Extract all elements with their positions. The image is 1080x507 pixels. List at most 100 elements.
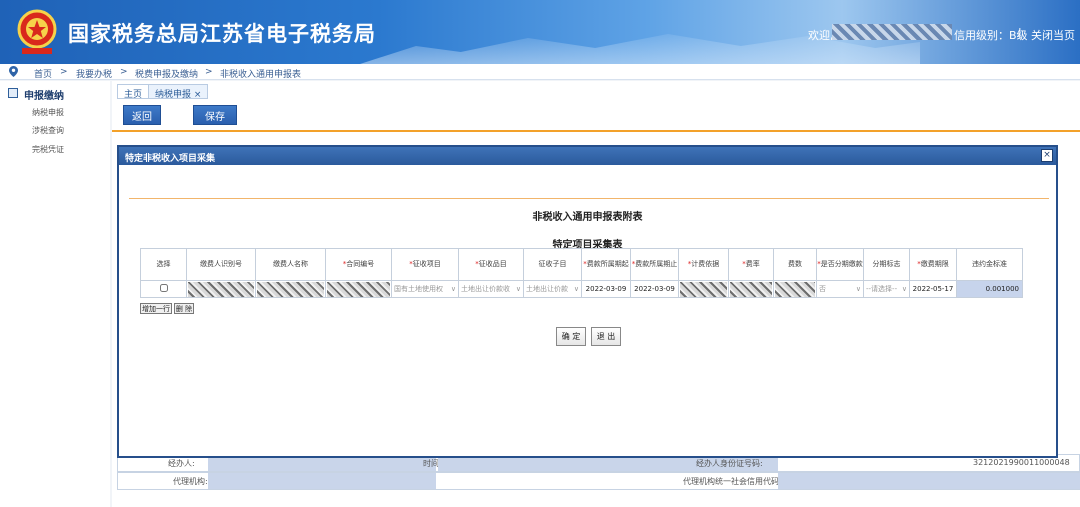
location-pin-icon xyxy=(9,66,18,77)
exit-button[interactable]: 退 出 xyxy=(591,327,621,346)
breadcrumb: 首页 > 我要办税 > 税费申报及缴纳 > 非税收入通用申报表 xyxy=(0,64,1080,80)
chevron-down-icon: ∨ xyxy=(573,285,579,293)
column-header: *合同编号 xyxy=(325,248,392,281)
background-row: 代理机构: 代理机构统一社会信用代码: xyxy=(117,472,1080,490)
item-select[interactable]: 土地出让价款收 ∨ xyxy=(458,280,524,298)
menu-grid-icon xyxy=(8,88,18,98)
column-header: 缴费人名称 xyxy=(255,248,326,281)
column-header-label: 征收子目 xyxy=(538,260,567,268)
deadline-input[interactable]: 2022-05-17 xyxy=(909,280,957,298)
sidebar-section-title[interactable]: 申报缴纳 xyxy=(24,87,64,102)
column-header: *费率 xyxy=(728,248,774,281)
add-row-button[interactable]: 增加一行 xyxy=(140,303,172,314)
rate-cell[interactable] xyxy=(728,280,774,298)
agent-label: 经办人: xyxy=(168,459,195,468)
agent-id-value: 3212021990011000048 xyxy=(973,458,1070,467)
column-header: 征收子目 xyxy=(523,248,582,281)
time-label: 时间 xyxy=(423,459,439,468)
basis-cell[interactable] xyxy=(678,280,729,298)
modal-title: 特定非税收入项目采集 xyxy=(119,147,1056,165)
payer-name-cell[interactable] xyxy=(255,280,326,298)
breadcrumb-tax-service[interactable]: 我要办税 xyxy=(76,67,112,80)
column-header-label: 费率 xyxy=(745,260,760,268)
sidebar-item-tax-filing[interactable]: 纳税申报 xyxy=(32,107,64,118)
chevron-down-icon: ∨ xyxy=(901,285,907,293)
chevron-down-icon: ∨ xyxy=(450,285,456,293)
sidebar-item-tax-certificate[interactable]: 完税凭证 xyxy=(32,144,64,155)
column-header-label: 缴费人识别号 xyxy=(200,260,242,268)
period-end-input[interactable]: 2022-03-09 xyxy=(630,280,679,298)
column-header-label: 违约金标准 xyxy=(972,260,1007,268)
sidebar: 申报缴纳 纳税申报 涉税查询 完税凭证 xyxy=(0,81,110,507)
delete-row-button[interactable]: 删 除 xyxy=(174,303,194,314)
column-header-label: 分期标志 xyxy=(872,260,901,268)
breadcrumb-home[interactable]: 首页 xyxy=(34,67,52,80)
penalty-rate-input[interactable]: 0.001000 xyxy=(956,280,1023,298)
redacted-value xyxy=(730,281,772,297)
column-header: *费款所属期起 xyxy=(581,248,631,281)
breadcrumb-sep: > xyxy=(205,67,213,77)
annex-title: 非税收入通用申报表附表 xyxy=(532,212,643,223)
close-icon[interactable]: × xyxy=(1041,149,1053,162)
column-header-label: 缴费人名称 xyxy=(273,260,308,268)
contract-no-cell[interactable] xyxy=(325,280,392,298)
column-header-label: 是否分期缴款 xyxy=(820,260,863,268)
table-row: 国有土地使用权 ∨ 土地出让价款收 ∨ 土地出让价款 ∨ 2022-03-09 202… xyxy=(140,280,1023,298)
agency-field xyxy=(208,473,436,489)
breadcrumb-sep: > xyxy=(60,67,68,77)
redacted-value xyxy=(680,281,727,297)
redacted-value xyxy=(188,281,254,297)
column-header-label: 合同编号 xyxy=(346,260,375,268)
agency-label: 代理机构: xyxy=(173,477,208,486)
column-header: 费数 xyxy=(773,248,817,281)
tax-emblem-icon xyxy=(17,9,57,54)
agent-id-label: 经办人身份证号码: xyxy=(696,459,763,468)
column-header: *缴费期限 xyxy=(909,248,957,281)
redacted-value xyxy=(775,281,815,297)
payer-id-cell[interactable] xyxy=(186,280,256,298)
column-header: 选择 xyxy=(140,248,187,281)
special-project-modal: 特定非税收入项目采集 × 非税收入通用申报表附表 特定项目采集表 选择 缴费人识别… xyxy=(117,145,1058,458)
breadcrumb-current: 非税收入通用申报表 xyxy=(220,70,302,80)
period-start-input[interactable]: 2022-03-09 xyxy=(581,280,631,298)
column-header-label: 征收项目 xyxy=(412,260,441,268)
redacted-value xyxy=(327,281,390,297)
close-page-link[interactable]: 关闭当页 xyxy=(1031,27,1075,43)
column-header: 分期标志 xyxy=(863,248,910,281)
column-header-label: 征收品目 xyxy=(478,260,507,268)
project-select[interactable]: 国有土地使用权 ∨ xyxy=(391,280,459,298)
select-cell xyxy=(140,280,187,298)
agency-code-field xyxy=(778,473,1080,489)
site-title: 国家税务总局江苏省电子税务局 xyxy=(68,22,376,46)
column-header: *征收项目 xyxy=(391,248,459,281)
tab-home[interactable]: 主页 xyxy=(117,84,150,100)
installment-flag-value: --请选择-- xyxy=(866,285,898,293)
column-header: 违约金标准 xyxy=(956,248,1023,281)
column-header-label: 费数 xyxy=(788,260,802,268)
toolbar-divider xyxy=(112,130,1080,132)
breadcrumb-filing[interactable]: 税费申报及缴纳 xyxy=(135,67,198,80)
column-header-label: 计费依据 xyxy=(691,260,720,268)
redacted-username xyxy=(832,24,952,40)
back-button[interactable]: 返回 xyxy=(123,105,161,125)
column-header: *计费依据 xyxy=(678,248,729,281)
column-header-label: 选择 xyxy=(156,260,171,268)
tab-tax-filing[interactable]: 纳税申报 × xyxy=(148,84,209,100)
confirm-button[interactable]: 确 定 xyxy=(556,327,586,346)
agency-code-label: 代理机构统一社会信用代码: xyxy=(683,477,782,486)
item-value: 土地出让价款收 xyxy=(461,285,510,293)
save-button[interactable]: 保存 xyxy=(193,105,237,125)
column-header: *征收品目 xyxy=(458,248,524,281)
installment-select[interactable]: 否 ∨ xyxy=(816,280,864,298)
welcome-text: 欢迎, xyxy=(808,29,834,42)
column-header-label: 缴费期限 xyxy=(920,260,949,268)
subitem-select[interactable]: 土地出让价款 ∨ xyxy=(523,280,582,298)
project-value: 国有土地使用权 xyxy=(394,285,443,293)
row-checkbox[interactable] xyxy=(159,284,168,292)
installment-flag-select[interactable]: --请选择-- ∨ xyxy=(863,280,910,298)
sidebar-item-tax-query[interactable]: 涉税查询 xyxy=(32,125,64,136)
site-header: 国家税务总局江苏省电子税务局 欢迎, 信用级别：B级 | 关闭当页 xyxy=(0,0,1080,64)
column-header: *是否分期缴款 xyxy=(816,248,864,281)
column-header-label: 费款所属期起 xyxy=(586,260,629,268)
amount-cell[interactable] xyxy=(773,280,817,298)
